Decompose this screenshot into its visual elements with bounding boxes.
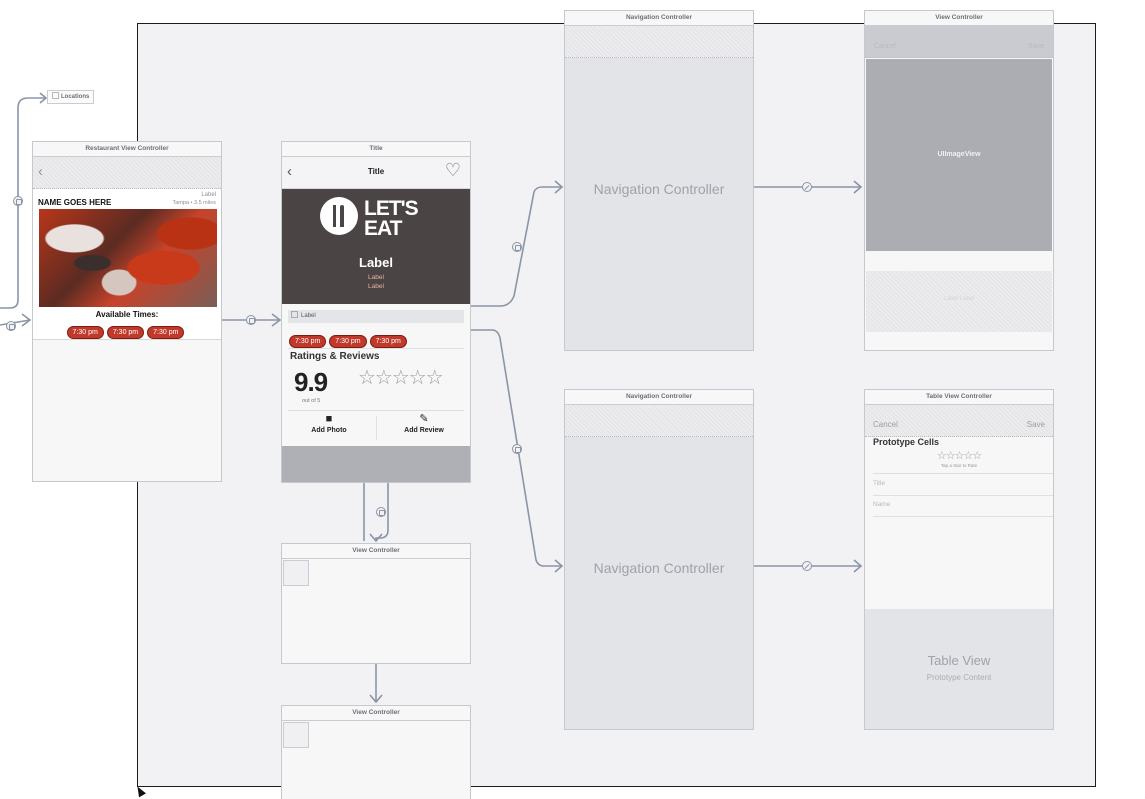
- image-view-label: UIImageView: [937, 151, 981, 158]
- segue-badge[interactable]: [6, 321, 16, 331]
- nav-controller-label: Navigation Controller: [593, 181, 725, 197]
- title-field[interactable]: Title: [873, 480, 885, 487]
- photo-view-controller-scene[interactable]: View Controller Cancel Save UIImageView …: [864, 10, 1054, 351]
- add-photo-label: Add Photo: [311, 427, 347, 434]
- image-placeholder: [283, 560, 309, 586]
- navigation-bar: Cancel Save: [865, 405, 1053, 437]
- table-view-placeholder: Table View Prototype Content: [865, 609, 1053, 729]
- review-table-view-controller-scene[interactable]: Table View Controller Cancel Save Protot…: [864, 389, 1054, 730]
- add-review-label: Add Review: [404, 427, 444, 434]
- logo-text-bottom: EAT: [364, 217, 402, 240]
- camera-icon: ■: [325, 413, 333, 425]
- cancel-button[interactable]: Cancel: [874, 43, 896, 50]
- time-button[interactable]: 7:30 pm: [106, 326, 145, 339]
- add-review-button[interactable]: ✎ Add Review: [377, 413, 471, 443]
- storyboard-reference-icon: [52, 92, 59, 99]
- relationship-badge[interactable]: [802, 561, 812, 571]
- view-controller-scene-b[interactable]: View Controller: [281, 705, 471, 799]
- scene-title: Title: [282, 142, 470, 157]
- restaurant-photo: [39, 209, 217, 307]
- header-sub-label: Label: [368, 283, 384, 290]
- save-button[interactable]: Save: [1028, 43, 1044, 50]
- navigation-bar: [565, 26, 753, 58]
- rating-caption: out of 5: [302, 398, 321, 404]
- available-times-heading: Available Times:: [95, 310, 159, 319]
- storyboard-reference-locations[interactable]: Locations: [47, 90, 94, 104]
- scene-title: View Controller: [865, 11, 1053, 26]
- heart-icon[interactable]: ♡: [445, 160, 461, 181]
- reference-label: Locations: [61, 94, 90, 100]
- star-rating-icon[interactable]: ☆☆☆☆☆: [865, 449, 1053, 462]
- restaurant-subtitle: Tampa • 3.5 miles: [172, 200, 217, 206]
- restaurant-name: NAME GOES HERE: [38, 198, 112, 207]
- restaurant-detail-scene[interactable]: Title ‹ Title ♡ LET'S EAT Label Label La…: [281, 141, 471, 483]
- cancel-button[interactable]: Cancel: [873, 420, 898, 429]
- label-icon: [291, 311, 298, 318]
- image-view: UIImageView: [866, 59, 1052, 251]
- add-photo-button[interactable]: ■ Add Photo: [282, 413, 376, 443]
- segue-badge[interactable]: [13, 196, 23, 206]
- image-placeholder: [283, 722, 309, 748]
- save-button[interactable]: Save: [1027, 420, 1045, 429]
- lower-placeholder: Label Label: [866, 271, 1052, 332]
- navigation-controller-scene-bottom[interactable]: Navigation Controller Navigation Control…: [564, 389, 754, 730]
- row-label: Label: [301, 313, 316, 319]
- segue-badge[interactable]: [246, 315, 256, 325]
- scene-title: Navigation Controller: [565, 390, 753, 405]
- star-rating-icon: ☆☆☆☆☆: [358, 367, 444, 389]
- relationship-badge[interactable]: [802, 182, 812, 192]
- pencil-icon: ✎: [419, 413, 429, 425]
- scene-title: Restaurant View Controller: [33, 142, 221, 157]
- time-button[interactable]: 7:30 pm: [329, 335, 367, 348]
- header-label: Label: [359, 255, 393, 270]
- scene-title: View Controller: [282, 706, 470, 721]
- prototype-content-label: Prototype Content: [926, 673, 992, 682]
- header-sub-label: Label: [368, 274, 384, 281]
- time-buttons: 7:30 pm 7:30 pm 7:30 pm: [33, 321, 221, 339]
- segue-badge[interactable]: [376, 507, 386, 517]
- navigation-bar: Cancel Save: [865, 26, 1053, 58]
- lower-label: Label Label: [943, 296, 975, 302]
- time-button[interactable]: 7:30 pm: [369, 335, 407, 348]
- navigation-bar: [565, 405, 753, 437]
- time-button[interactable]: 7:30 pm: [66, 326, 104, 339]
- restaurant-view-controller-scene[interactable]: Restaurant View Controller ‹ Label NAME …: [32, 141, 222, 482]
- table-view-label: Table View: [927, 653, 991, 668]
- view-controller-scene-a[interactable]: View Controller: [281, 543, 471, 664]
- label: Label: [201, 192, 216, 198]
- navigation-bar: ‹: [33, 157, 221, 189]
- rating-value: 9.9: [294, 367, 328, 397]
- nav-controller-label: Navigation Controller: [593, 560, 725, 576]
- segue-badge[interactable]: [512, 242, 522, 252]
- nav-title: Title: [367, 167, 385, 176]
- back-chevron-icon[interactable]: ‹: [38, 163, 43, 180]
- time-button[interactable]: 7:30 pm: [289, 335, 327, 348]
- navigation-bar: ‹ Title ♡: [282, 157, 470, 189]
- restaurant-cell[interactable]: Label NAME GOES HERE Tampa • 3.5 miles A…: [33, 189, 221, 340]
- name-field[interactable]: Name: [873, 501, 890, 508]
- fork-knife-logo-icon: [320, 197, 358, 235]
- scene-title: Navigation Controller: [565, 11, 753, 26]
- restaurant-header: LET'S EAT Label Label Label: [282, 189, 470, 304]
- footer-placeholder: [282, 446, 470, 482]
- time-buttons: 7:30 pm 7:30 pm 7:30 pm: [289, 330, 410, 348]
- scene-title: Table View Controller: [865, 390, 1053, 405]
- navigation-controller-scene-top[interactable]: Navigation Controller Navigation Control…: [564, 10, 754, 351]
- prototype-cells-heading: Prototype Cells: [873, 437, 940, 447]
- segue-badge[interactable]: [512, 444, 522, 454]
- scene-title: View Controller: [282, 544, 470, 559]
- ratings-heading: Ratings & Reviews: [290, 351, 380, 362]
- label-row: Label: [288, 310, 464, 323]
- tap-star-caption: Tap a Star to Rate: [940, 463, 978, 468]
- time-button[interactable]: 7:30 pm: [147, 326, 185, 339]
